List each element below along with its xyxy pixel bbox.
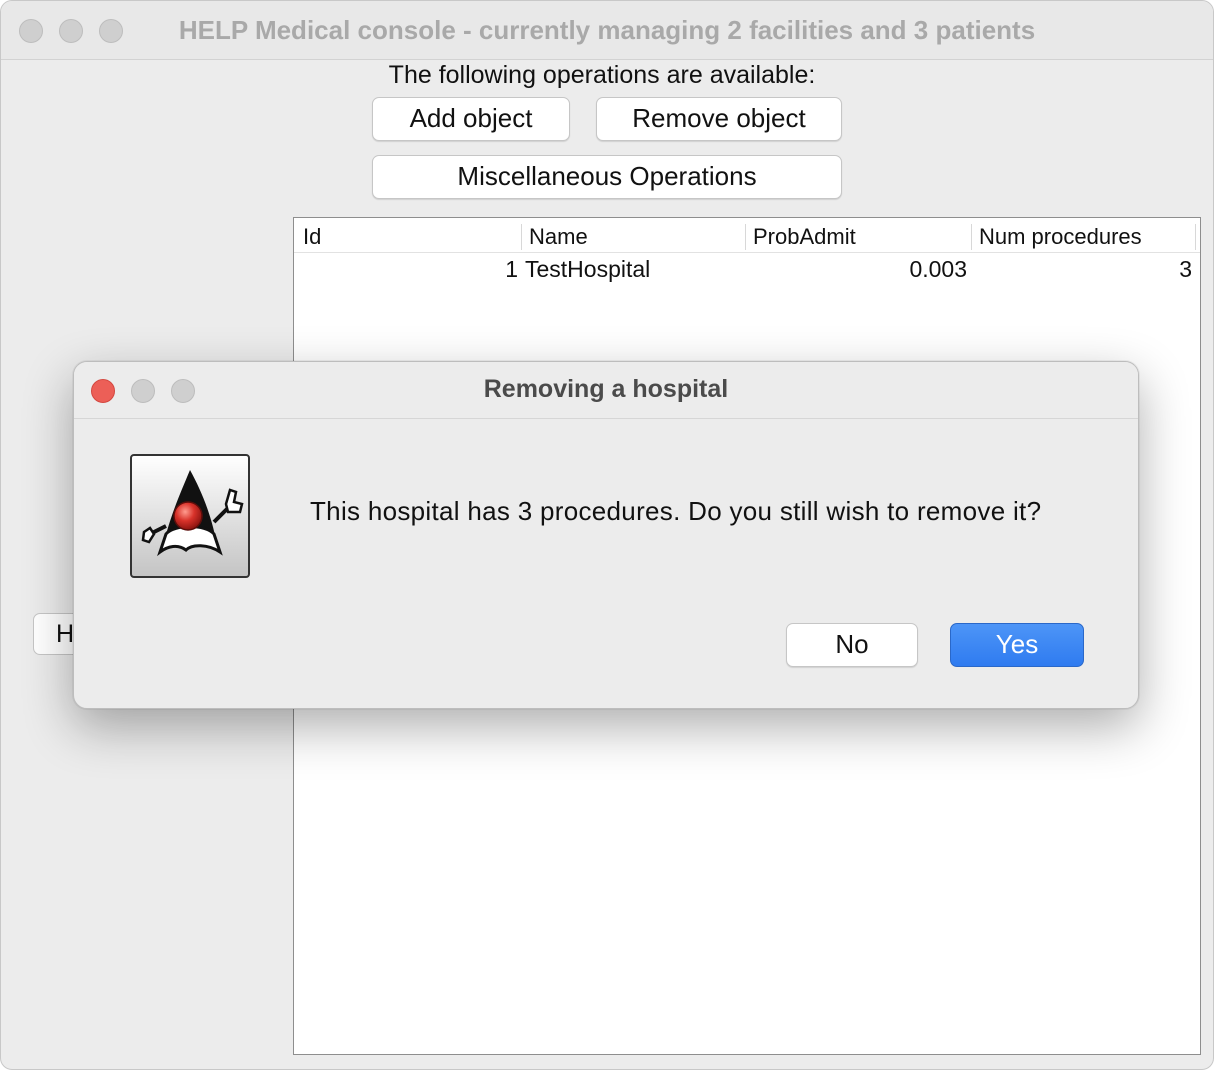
cell-num-procedures: 3 [1179,256,1192,282]
miscellaneous-operations-button[interactable]: Miscellaneous Operations [372,155,842,199]
dialog-message: This hospital has 3 procedures. Do you s… [310,496,1042,526]
operations-label: The following operations are available: [388,61,816,89]
cell-id: 1 [505,256,518,282]
column-divider[interactable] [971,224,972,250]
confirm-dialog: Removing a hospital This hospital has 3 … [73,361,1139,709]
remove-object-button[interactable]: Remove object [596,97,842,141]
column-header-probadmit[interactable]: ProbAdmit [753,224,856,250]
add-object-button[interactable]: Add object [372,97,570,141]
cell-prob-admit: 0.003 [909,256,967,282]
java-duke-icon [130,454,250,578]
column-divider[interactable] [521,224,522,250]
dialog-title: Removing a hospital [483,375,729,403]
column-header-id[interactable]: Id [303,224,321,250]
column-header-name[interactable]: Name [529,224,588,250]
cell-name: TestHospital [525,256,651,282]
main-titlebar: HELP Medical console - currently managin… [1,1,1213,60]
no-button[interactable]: No [786,623,918,667]
window-title: HELP Medical console - currently managin… [178,15,1036,45]
header-divider [294,252,1200,253]
dialog-titlebar: Removing a hospital [74,362,1138,419]
column-header-num-procedures[interactable]: Num procedures [979,224,1142,250]
yes-button[interactable]: Yes [950,623,1084,667]
column-divider[interactable] [1195,224,1196,250]
column-divider[interactable] [745,224,746,250]
